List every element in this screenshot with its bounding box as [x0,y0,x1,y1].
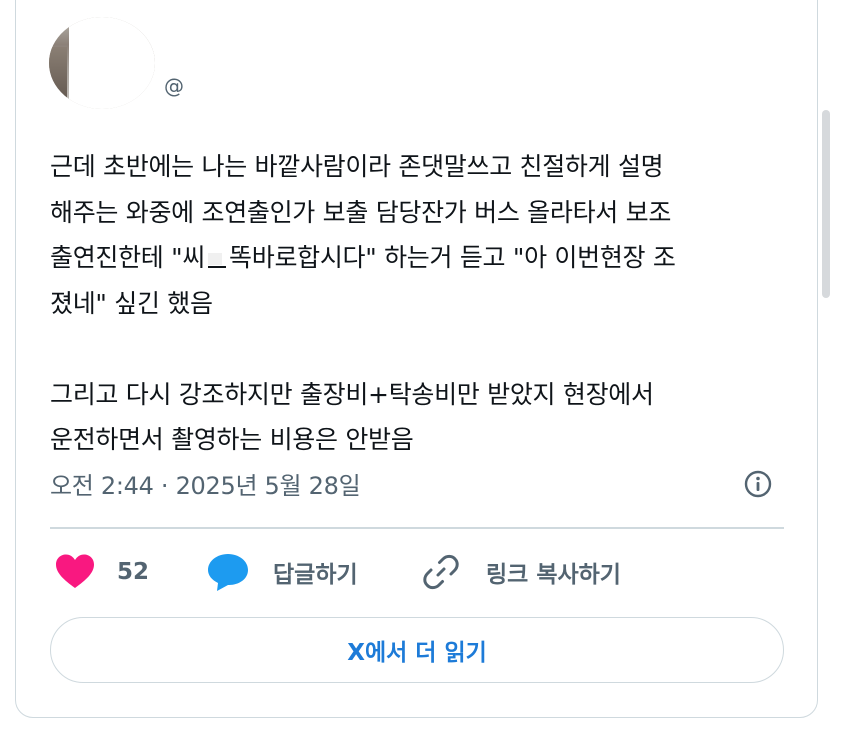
read-more-on-x-button[interactable]: X에서 더 읽기 [50,617,784,683]
tweet-line: 근데 초반에는 나는 바깥사람이라 존댓말쓰고 친절하게 설명 [50,152,664,181]
tweet-text: 근데 초반에는 나는 바깥사람이라 존댓말쓰고 친절하게 설명 해주는 와중에 … [50,144,790,463]
tweet-line: 해주는 와중에 조연출인가 보출 담당잔가 버스 올라타서 보조 [50,197,672,227]
tweet-line-part: 똑바로합시다" 하는거 듣고 [229,243,513,272]
divider [50,527,784,529]
tweet-line: 졌네" 싶긴 했음 [50,288,213,318]
tweet-line-part: "아 이번현장 조 [512,243,676,272]
copy-link-button[interactable]: 링크 복사하기 [422,550,621,594]
censored-word [208,253,227,268]
avatar-photo-fragment [49,47,67,109]
like-count: 52 [117,559,150,585]
tweet-line: 그리고 다시 강조하지만 출장비+탁송비만 받았지 현장에서 [50,379,654,409]
author-handle[interactable]: @ [164,74,184,98]
tweet-timestamp[interactable]: 오전 2:44 · 2025년 5월 28일 [50,466,361,501]
reply-label: 답글하기 [273,562,358,588]
reply-bubble-icon [207,553,249,591]
tweet-line: 출연진한테 "씨 똑바로합시다" 하는거 듣고 "아 이번현장 조 [50,235,790,281]
heart-icon [55,554,95,590]
avatar[interactable] [49,17,155,109]
tweet-line-part: 출연진한테 "씨 [50,243,206,272]
link-icon [422,553,460,591]
info-icon[interactable] [743,469,773,499]
tweet-line: 운전하면서 촬영하는 비용은 안받음 [50,425,414,454]
reply-button[interactable]: 답글하기 [207,550,358,594]
scrollbar-thumb[interactable] [822,110,830,298]
copy-link-label: 링크 복사하기 [486,562,621,588]
avatar-redaction [69,17,155,109]
like-button[interactable]: 52 [55,550,149,594]
